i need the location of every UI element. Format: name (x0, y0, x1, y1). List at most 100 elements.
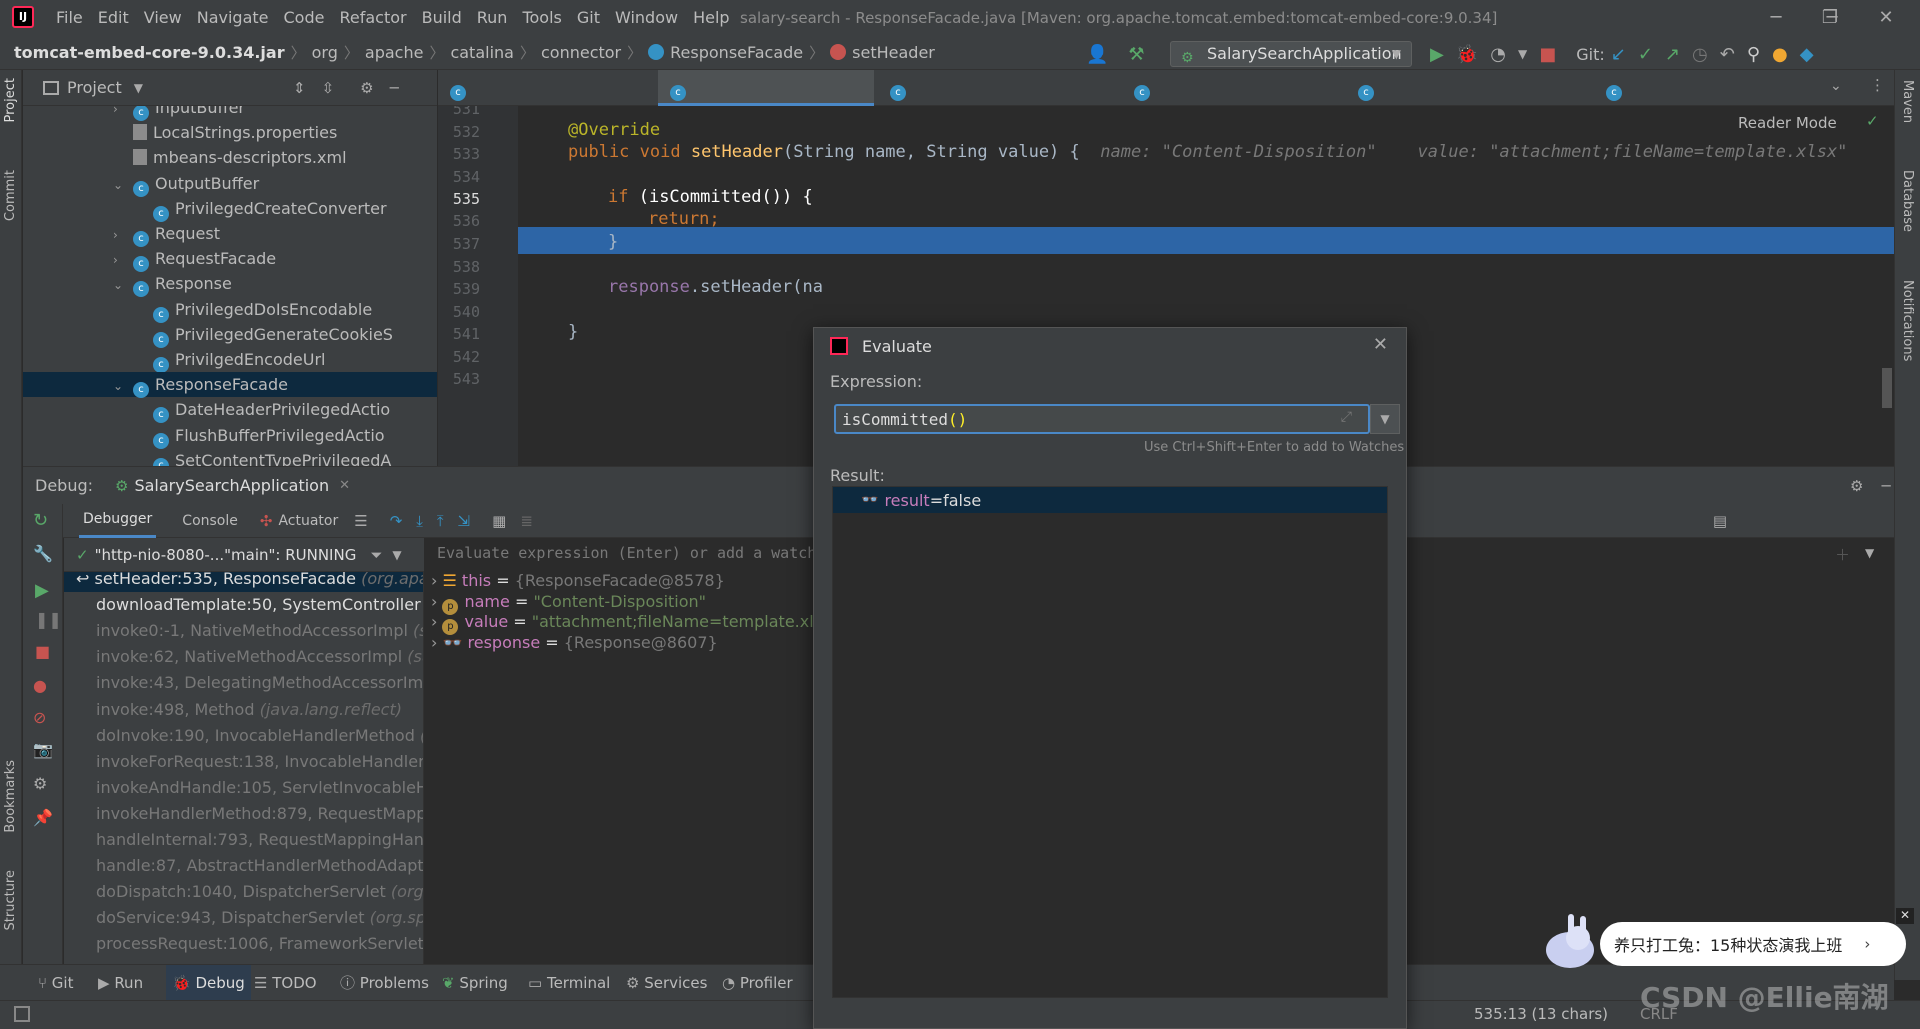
stack-frame[interactable]: doService:943, DispatcherServlet (org.sp… (64, 905, 423, 931)
minimize-button[interactable]: ─ (1756, 0, 1796, 36)
hide-panel-icon[interactable]: ─ (390, 79, 399, 97)
menu-help[interactable]: Help (693, 0, 729, 36)
step-out-icon[interactable]: ⤒ (437, 512, 444, 530)
menu-view[interactable]: View (144, 0, 182, 36)
bookmarks-tool-button[interactable]: Bookmarks (3, 760, 18, 833)
menu-git[interactable]: Git (577, 0, 600, 36)
editor-scrollbar[interactable] (1882, 368, 1892, 408)
chevron-down-icon[interactable]: ▼ (1518, 47, 1527, 61)
run-icon[interactable]: ▶ (1430, 44, 1444, 65)
tree-item[interactable]: c PrivilgedEncodeUrl (23, 347, 437, 373)
tree-item[interactable]: c SetContentTypePrivilegedA (23, 448, 437, 466)
git-history-icon[interactable]: ◷ (1692, 44, 1708, 65)
tree-item[interactable]: ⌄ c ResponseFacade (23, 372, 437, 399)
search-icon[interactable]: ⚲ (1747, 44, 1760, 65)
tool-window-terminal[interactable]: ▭ Terminal (528, 965, 610, 1001)
chevron-right-icon[interactable]: › (431, 592, 442, 611)
tool-window-git[interactable]: ⑂ Git (38, 965, 73, 1001)
notifications-tool-button[interactable]: Notifications (1900, 280, 1915, 361)
update-icon[interactable]: ● (1772, 44, 1788, 65)
reader-mode-button[interactable]: Reader Mode (1738, 114, 1837, 132)
more-options-icon[interactable]: ⋮ (1870, 76, 1885, 94)
stack-frame[interactable]: invoke:498, Method (java.lang.reflect) (64, 697, 423, 723)
chevron-right-icon[interactable]: › (431, 571, 442, 590)
tree-item[interactable]: c PrivilegedGenerateCookieS (23, 322, 437, 348)
thread-selector[interactable]: ✓ "http-nio-8080-..."main": RUNNING ⏷ ▼ (64, 538, 424, 572)
build-hammer-icon[interactable]: ⚒ (1128, 44, 1144, 65)
variable-row[interactable]: › 👓 response = {Response@8607} (431, 630, 718, 656)
chevron-down-icon[interactable]: ▼ (1865, 546, 1874, 560)
tab-debugger[interactable]: Debugger (79, 504, 157, 538)
chevron-down-icon[interactable]: ▼ (392, 548, 401, 562)
project-tool-button[interactable]: Project (3, 78, 18, 122)
stack-frame[interactable]: handleInternal:793, RequestMappingHandle… (64, 827, 423, 853)
user-icon[interactable]: 👤 (1086, 44, 1108, 65)
close-icon[interactable]: ✕ (1896, 908, 1914, 924)
collapse-all-icon[interactable]: ⇳ (322, 79, 335, 97)
breadcrumb-item[interactable]: setHeader (830, 43, 935, 62)
tool-window-spring[interactable]: ❦ Spring (442, 965, 508, 1001)
tab-console[interactable]: Console (182, 513, 238, 529)
stack-frame[interactable]: invoke:62, NativeMethodAccessorImpl (sun… (64, 644, 423, 670)
pause-icon[interactable]: ❚❚ (35, 610, 62, 629)
evaluate-table-icon[interactable]: ▦ (492, 512, 506, 530)
menu-run[interactable]: Run (477, 0, 508, 36)
stack-frame[interactable]: ↩ setHeader:535, ResponseFacade (org.apa… (64, 572, 423, 592)
tree-item[interactable]: c PrivilegedCreateConverter (23, 196, 437, 222)
wrench-icon[interactable]: 🔧 (33, 544, 53, 563)
gear-icon[interactable]: ⚙ (1850, 477, 1863, 495)
expand-all-icon[interactable]: ⇕ (293, 79, 306, 97)
breadcrumb-item[interactable]: connector (541, 43, 621, 62)
add-watch-icon[interactable]: ＋ (1835, 544, 1850, 565)
step-into-icon[interactable]: ⤓ (416, 512, 423, 530)
tree-item[interactable]: › c Request (23, 221, 437, 247)
stack-frame[interactable]: downloadTemplate:50, SystemController (c… (64, 592, 423, 618)
tree-item[interactable]: c FlushBufferPrivilegedActio (23, 423, 437, 449)
menu-refactor[interactable]: Refactor (339, 0, 406, 36)
filter-icon[interactable]: ⏷ (370, 546, 382, 564)
menu-tools[interactable]: Tools (522, 0, 561, 36)
menu-file[interactable]: File (56, 0, 83, 36)
step-over-icon[interactable]: ↷ (390, 512, 403, 530)
stack-frame[interactable]: invokeHandlerMethod:879, RequestMapping (64, 801, 423, 827)
editor-tab[interactable]: cconnector\Response.java✕ (878, 70, 1116, 133)
stack-frame[interactable]: invokeAndHandle:105, ServletInvocableHan… (64, 775, 423, 801)
database-tool-button[interactable]: Database (1900, 170, 1915, 232)
stack-frame[interactable]: processRequest:1006, FrameworkServlet (o… (64, 931, 423, 957)
tool-window-debug[interactable]: 🐞 Debug (166, 965, 251, 1001)
run-configuration-select[interactable]: ⚙ SalarySearchApplication ▼ (1170, 41, 1412, 67)
jetbrains-icon[interactable]: ◆ (1800, 44, 1814, 65)
stack-frame[interactable]: invokeForRequest:138, InvocableHandlerMe… (64, 749, 423, 775)
restore-button[interactable]: ❐ (1810, 0, 1850, 36)
caret-position[interactable]: 535:13 (13 chars) (1474, 1005, 1608, 1023)
structure-tool-button[interactable]: Structure (3, 870, 18, 930)
history-dropdown[interactable]: ▼ (1370, 404, 1400, 434)
expression-input[interactable]: isCommitted() ⤢ (834, 404, 1370, 434)
expand-icon[interactable]: ⤢ (1341, 409, 1352, 425)
close-icon[interactable]: ✕ (339, 478, 350, 493)
maven-tool-button[interactable]: Maven (1900, 80, 1915, 123)
tool-window-todo[interactable]: ☰ TODO (254, 965, 317, 1001)
editor-tab[interactable]: cHttp11Processor.java✕ (1594, 70, 1816, 133)
breadcrumb-item[interactable]: ResponseFacade (648, 43, 803, 62)
git-push-icon[interactable]: ↗ (1665, 44, 1680, 65)
tab-actuator[interactable]: Actuator (278, 513, 338, 529)
gear-icon[interactable]: ⚙ (360, 79, 373, 97)
tool-window-run[interactable]: ▶ Run (98, 965, 143, 1001)
chevron-right-icon[interactable]: › (431, 633, 442, 652)
ad-toast[interactable]: 养只打工兔：15种状态演我上班 › (1600, 922, 1906, 966)
close-icon[interactable]: ✕ (1373, 334, 1388, 355)
menu-code[interactable]: Code (284, 0, 325, 36)
menu-navigate[interactable]: Navigate (197, 0, 269, 36)
resume-icon[interactable]: ▶ (35, 580, 49, 601)
tool-window-services[interactable]: ⚙ Services (626, 965, 707, 1001)
stack-frame[interactable]: invoke:43, DelegatingMethodAccessorImpl … (64, 670, 423, 696)
tree-item[interactable]: c PrivilegedDoIsEncodable (23, 297, 437, 323)
menu-edit[interactable]: Edit (98, 0, 129, 36)
chevron-down-icon[interactable]: ▼ (134, 81, 143, 95)
tree-item[interactable]: ⌄ c Response (23, 271, 437, 298)
pin-icon[interactable]: 📌 (33, 808, 53, 827)
stack-frame[interactable]: invoke0:-1, NativeMethodAccessorImpl (su… (64, 618, 423, 644)
tree-item[interactable]: mbeans-descriptors.xml (23, 145, 437, 170)
result-row[interactable]: 👓 result = false (833, 487, 1387, 513)
